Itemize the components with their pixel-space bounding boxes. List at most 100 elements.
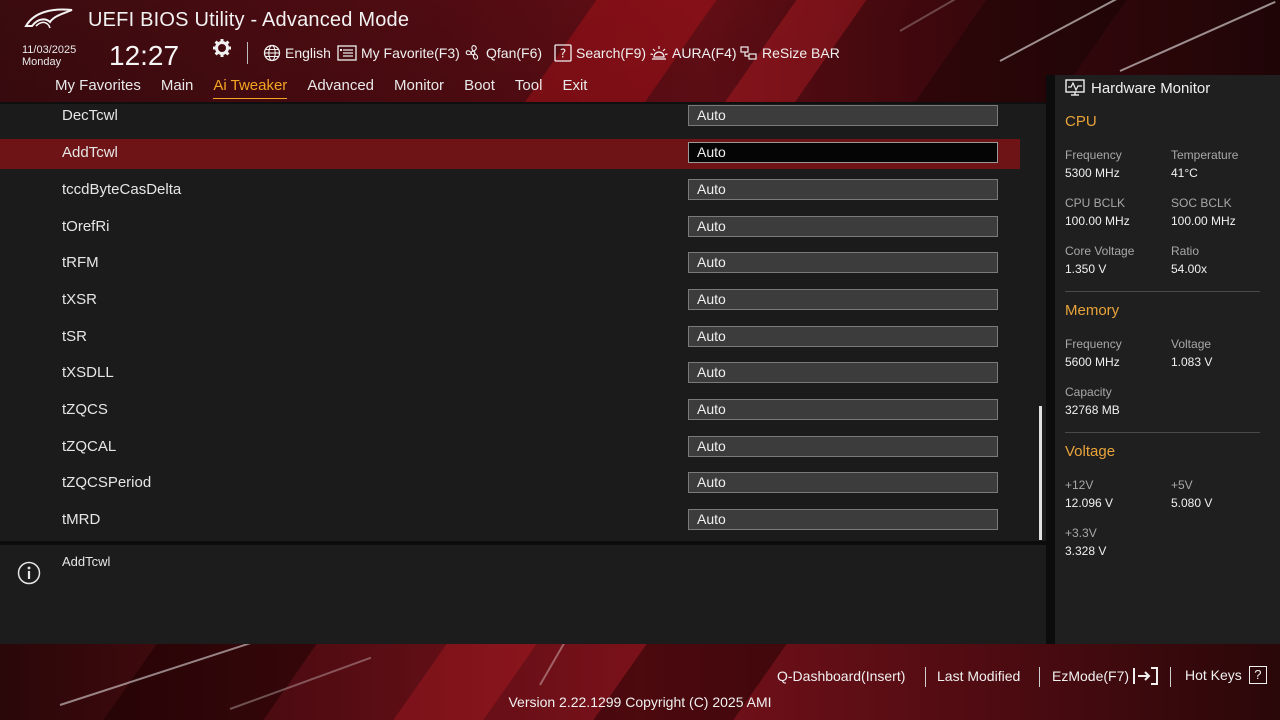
settings-list: DecTcwl Auto AddTcwl Auto tccdByteCasDel… [0,104,1046,541]
tab-exit[interactable]: Exit [562,77,587,99]
memory-voltage-value: 1.083 V [1171,355,1213,369]
resize-bar-button[interactable]: ReSize BAR [740,43,840,63]
setting-value-field[interactable]: Auto [688,436,998,457]
exit-to-ezmode-icon [1133,667,1159,685]
section-divider [1065,291,1260,292]
cpu-temperature-label: Temperature [1171,148,1239,162]
language-label: English [285,45,331,61]
setting-row-tzqcal[interactable]: tZQCAL Auto [0,433,1020,463]
tab-tool[interactable]: Tool [515,77,543,99]
v33-value: 3.328 V [1065,544,1107,558]
setting-value-field[interactable]: Auto [688,326,998,347]
q-dashboard-button[interactable]: Q-Dashboard(Insert) [777,668,905,684]
setting-value-field[interactable]: Auto [688,142,998,163]
setting-value-field[interactable]: Auto [688,105,998,126]
setting-value-field[interactable]: Auto [688,216,998,237]
setting-value-field[interactable]: Auto [688,362,998,383]
panel-divider [1046,75,1055,644]
cpu-temperature-value: 41°C [1171,166,1198,180]
setting-label: tccdByteCasDelta [62,181,182,198]
setting-label: DecTcwl [62,107,118,124]
cpu-bclk-label: CPU BCLK [1065,196,1126,210]
hot-keys-label: Hot Keys [1185,667,1242,683]
setting-row-tmrd[interactable]: tMRD Auto [0,506,1020,536]
ezmode-button[interactable]: EzMode(F7) [1052,666,1160,686]
favorite-list-icon [337,45,357,61]
aura-label: AURA(F4) [672,45,737,61]
setting-label: tOrefRi [62,218,110,235]
globe-icon [263,44,281,62]
last-modified-button[interactable]: Last Modified [937,668,1020,684]
setting-row-torefri[interactable]: tOrefRi Auto [0,213,1020,243]
setting-value-field[interactable]: Auto [688,289,998,310]
setting-row-tzqcsperiod[interactable]: tZQCSPeriod Auto [0,469,1020,499]
setting-value-field[interactable]: Auto [688,179,998,200]
search-help-icon: ? [554,44,572,62]
toolbar-divider [247,42,248,64]
setting-row-trfm[interactable]: tRFM Auto [0,249,1020,279]
tab-boot[interactable]: Boot [464,77,495,99]
tab-advanced[interactable]: Advanced [307,77,374,99]
rog-logo-icon [24,8,73,29]
monitor-icon [1065,79,1085,96]
memory-frequency-value: 5600 MHz [1065,355,1120,369]
date-text: 11/03/2025 [22,44,77,56]
setting-row-tccdbytecasdelta[interactable]: tccdByteCasDelta Auto [0,176,1020,206]
memory-frequency-label: Frequency [1065,337,1122,351]
setting-row-txsr[interactable]: tXSR Auto [0,286,1020,316]
clock-display[interactable]: 12:27 [109,40,179,72]
tab-ai-tweaker[interactable]: Ai Tweaker [213,77,288,99]
setting-row-tzqcs[interactable]: tZQCS Auto [0,396,1020,426]
setting-row-addtcwl[interactable]: AddTcwl Auto [0,139,1020,169]
setting-value-field[interactable]: Auto [688,399,998,420]
setting-row-dectcwl[interactable]: DecTcwl Auto [0,104,1020,132]
language-button[interactable]: English [263,43,331,63]
soc-bclk-label: SOC BCLK [1171,196,1232,210]
memory-capacity-label: Capacity [1065,385,1112,399]
setting-label: tZQCSPeriod [62,474,152,491]
qfan-button[interactable]: Qfan(F6) [464,43,542,63]
hardware-monitor-panel: Hardware Monitor CPU Frequency 5300 MHz … [1055,75,1280,644]
setting-value-field[interactable]: Auto [688,472,998,493]
search-label: Search(F9) [576,45,647,61]
tab-monitor[interactable]: Monitor [394,77,444,99]
header-decoration [1119,0,1276,72]
hot-keys-button[interactable]: Hot Keys ? [1185,666,1267,684]
setting-label: tZQCS [62,401,108,418]
setting-row-tsr[interactable]: tSR Auto [0,323,1020,353]
help-text: AddTcwl [62,554,111,569]
memory-capacity-value: 32768 MB [1065,403,1120,417]
setting-label: tSR [62,328,88,345]
footer-divider [1170,667,1171,687]
aura-button[interactable]: AURA(F4) [650,43,737,63]
v33-label: +3.3V [1065,526,1097,540]
my-favorite-button[interactable]: My Favorite(F3) [337,43,460,63]
soc-bclk-value: 100.00 MHz [1171,214,1236,228]
ezmode-label: EzMode(F7) [1052,668,1130,684]
gear-icon[interactable] [212,38,232,58]
setting-label: AddTcwl [62,144,118,161]
date-display: 11/03/2025 Monday [22,44,76,68]
settings-scrollbar[interactable] [1039,406,1042,540]
setting-row-txsdll[interactable]: tXSDLL Auto [0,359,1020,389]
setting-value-field[interactable]: Auto [688,509,998,530]
cpu-frequency-label: Frequency [1065,148,1122,162]
svg-text:?: ? [560,47,566,61]
footer-bar: Q-Dashboard(Insert) Last Modified EzMode… [0,644,1280,720]
cpu-section-heading: CPU [1065,113,1097,130]
core-voltage-value: 1.350 V [1065,262,1107,276]
my-favorite-label: My Favorite(F3) [361,45,460,61]
setting-value-field[interactable]: Auto [688,252,998,273]
tab-my-favorites[interactable]: My Favorites [55,77,141,99]
tab-main[interactable]: Main [161,77,194,99]
app-title: UEFI BIOS Utility - Advanced Mode [88,9,410,31]
search-button[interactable]: ? Search(F9) [554,43,646,63]
question-mark-icon: ? [1248,666,1267,684]
resize-bar-icon [740,46,757,60]
resize-bar-label: ReSize BAR [762,45,840,61]
setting-label: tZQCAL [62,438,117,455]
info-icon [17,561,41,585]
voltage-section-heading: Voltage [1065,443,1116,460]
v5-value: 5.080 V [1171,496,1213,510]
ratio-label: Ratio [1171,244,1200,258]
